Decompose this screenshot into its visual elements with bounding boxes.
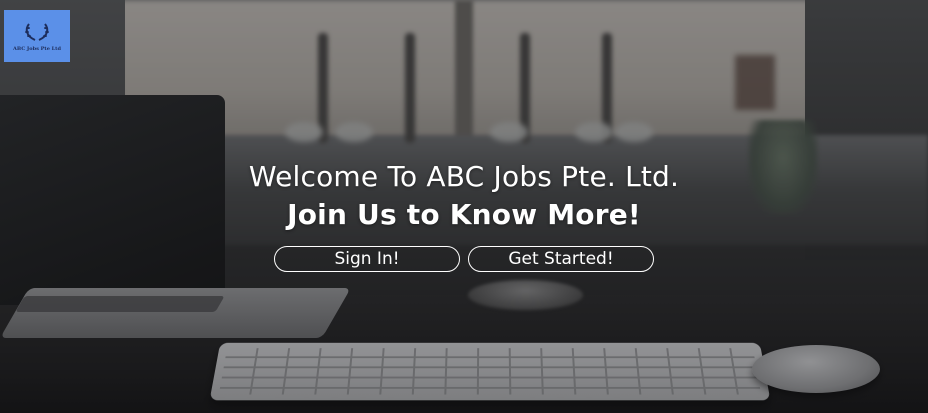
logo-text: ABC Jobs Pte Ltd [13,45,61,52]
hero-title: Welcome To ABC Jobs Pte. Ltd. [248,160,680,193]
company-logo[interactable]: ABC Jobs Pte Ltd [4,10,70,62]
hero-subtitle: Join Us to Know More! [287,198,641,231]
get-started-button[interactable]: Get Started! [468,246,654,272]
hero-headline: Welcome To ABC Jobs Pte. Ltd. Join Us to… [0,158,928,234]
hero-section: ABC Jobs Pte Ltd Welcome To ABC Jobs Pte… [0,0,928,413]
sign-in-button[interactable]: Sign In! [274,246,460,272]
laurel-wreath-icon [25,22,49,41]
